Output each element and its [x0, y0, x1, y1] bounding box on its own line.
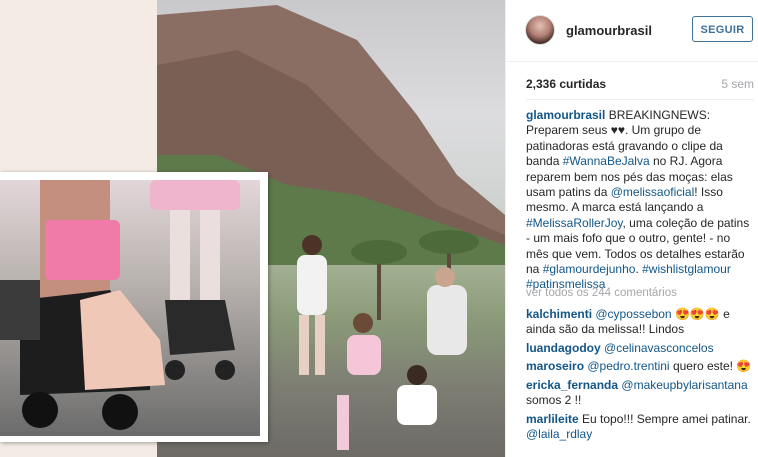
hashtag-link[interactable]: #glamourdejunho [543, 262, 636, 276]
comment-author[interactable]: kalchimenti [526, 307, 592, 321]
comment-text: somos 2 !! [526, 393, 582, 408]
mention-link[interactable]: @celinavasconcelos [604, 341, 714, 355]
comment-author[interactable]: maroseiro [526, 359, 584, 373]
comment-text: Eu topo!!! Sempre amei patinar. [578, 412, 751, 426]
follow-button[interactable]: SEGUIR [692, 16, 753, 42]
comment: marlileite Eu topo!!! Sempre amei patina… [526, 412, 754, 443]
likes-count[interactable]: 2,336 curtidas [526, 77, 606, 91]
likes-row: 2,336 curtidas 5 sem [526, 77, 754, 91]
mention-link[interactable]: @melissaoficial [611, 185, 695, 199]
avatar[interactable] [525, 15, 555, 45]
post-header: glamourbrasil SEGUIR [506, 0, 758, 62]
divider [526, 99, 754, 100]
inset-photo [0, 172, 268, 442]
roller-skates-image [0, 180, 240, 430]
comment: kalchimenti @cypossebon 😍😍😍 e ainda são … [526, 307, 754, 338]
mention-link[interactable]: @laila_rdlay [526, 427, 592, 441]
hashtag-link[interactable]: #MelissaRollerJoy [526, 216, 622, 230]
comment: ericka_fernanda @makeupbylarisantana som… [526, 378, 754, 409]
hashtag-link[interactable]: #WannaBeJalva [563, 154, 650, 168]
comment-author[interactable]: luandagodoy [526, 341, 601, 355]
post-sidebar: glamourbrasil SEGUIR 2,336 curtidas 5 se… [505, 0, 758, 457]
comment-author[interactable]: marlileite [526, 412, 579, 426]
view-all-comments-link[interactable]: ver todos os 244 comentários [526, 287, 677, 299]
comment: maroseiro @pedro.trentini quero este! 😍 [526, 359, 754, 374]
caption-author[interactable]: glamourbrasil [526, 108, 605, 122]
comment-author[interactable]: ericka_fernanda [526, 378, 618, 392]
comment-text: quero este! 😍 [669, 359, 752, 373]
username-link[interactable]: glamourbrasil [566, 23, 652, 38]
mention-link[interactable]: @makeupbylarisantana [621, 378, 747, 392]
mention-link[interactable]: @cypossebon [595, 307, 671, 321]
comment: luandagodoy @celinavasconcelos [526, 341, 754, 356]
skaters-figures [297, 235, 467, 450]
post-photo[interactable] [0, 0, 505, 457]
mention-link[interactable]: @pedro.trentini [587, 359, 669, 373]
hashtag-link[interactable]: #wishlistglamour [642, 262, 731, 276]
post-caption: glamourbrasil BREAKINGNEWS: Preparem seu… [526, 108, 754, 293]
post-time[interactable]: 5 sem [721, 77, 754, 91]
